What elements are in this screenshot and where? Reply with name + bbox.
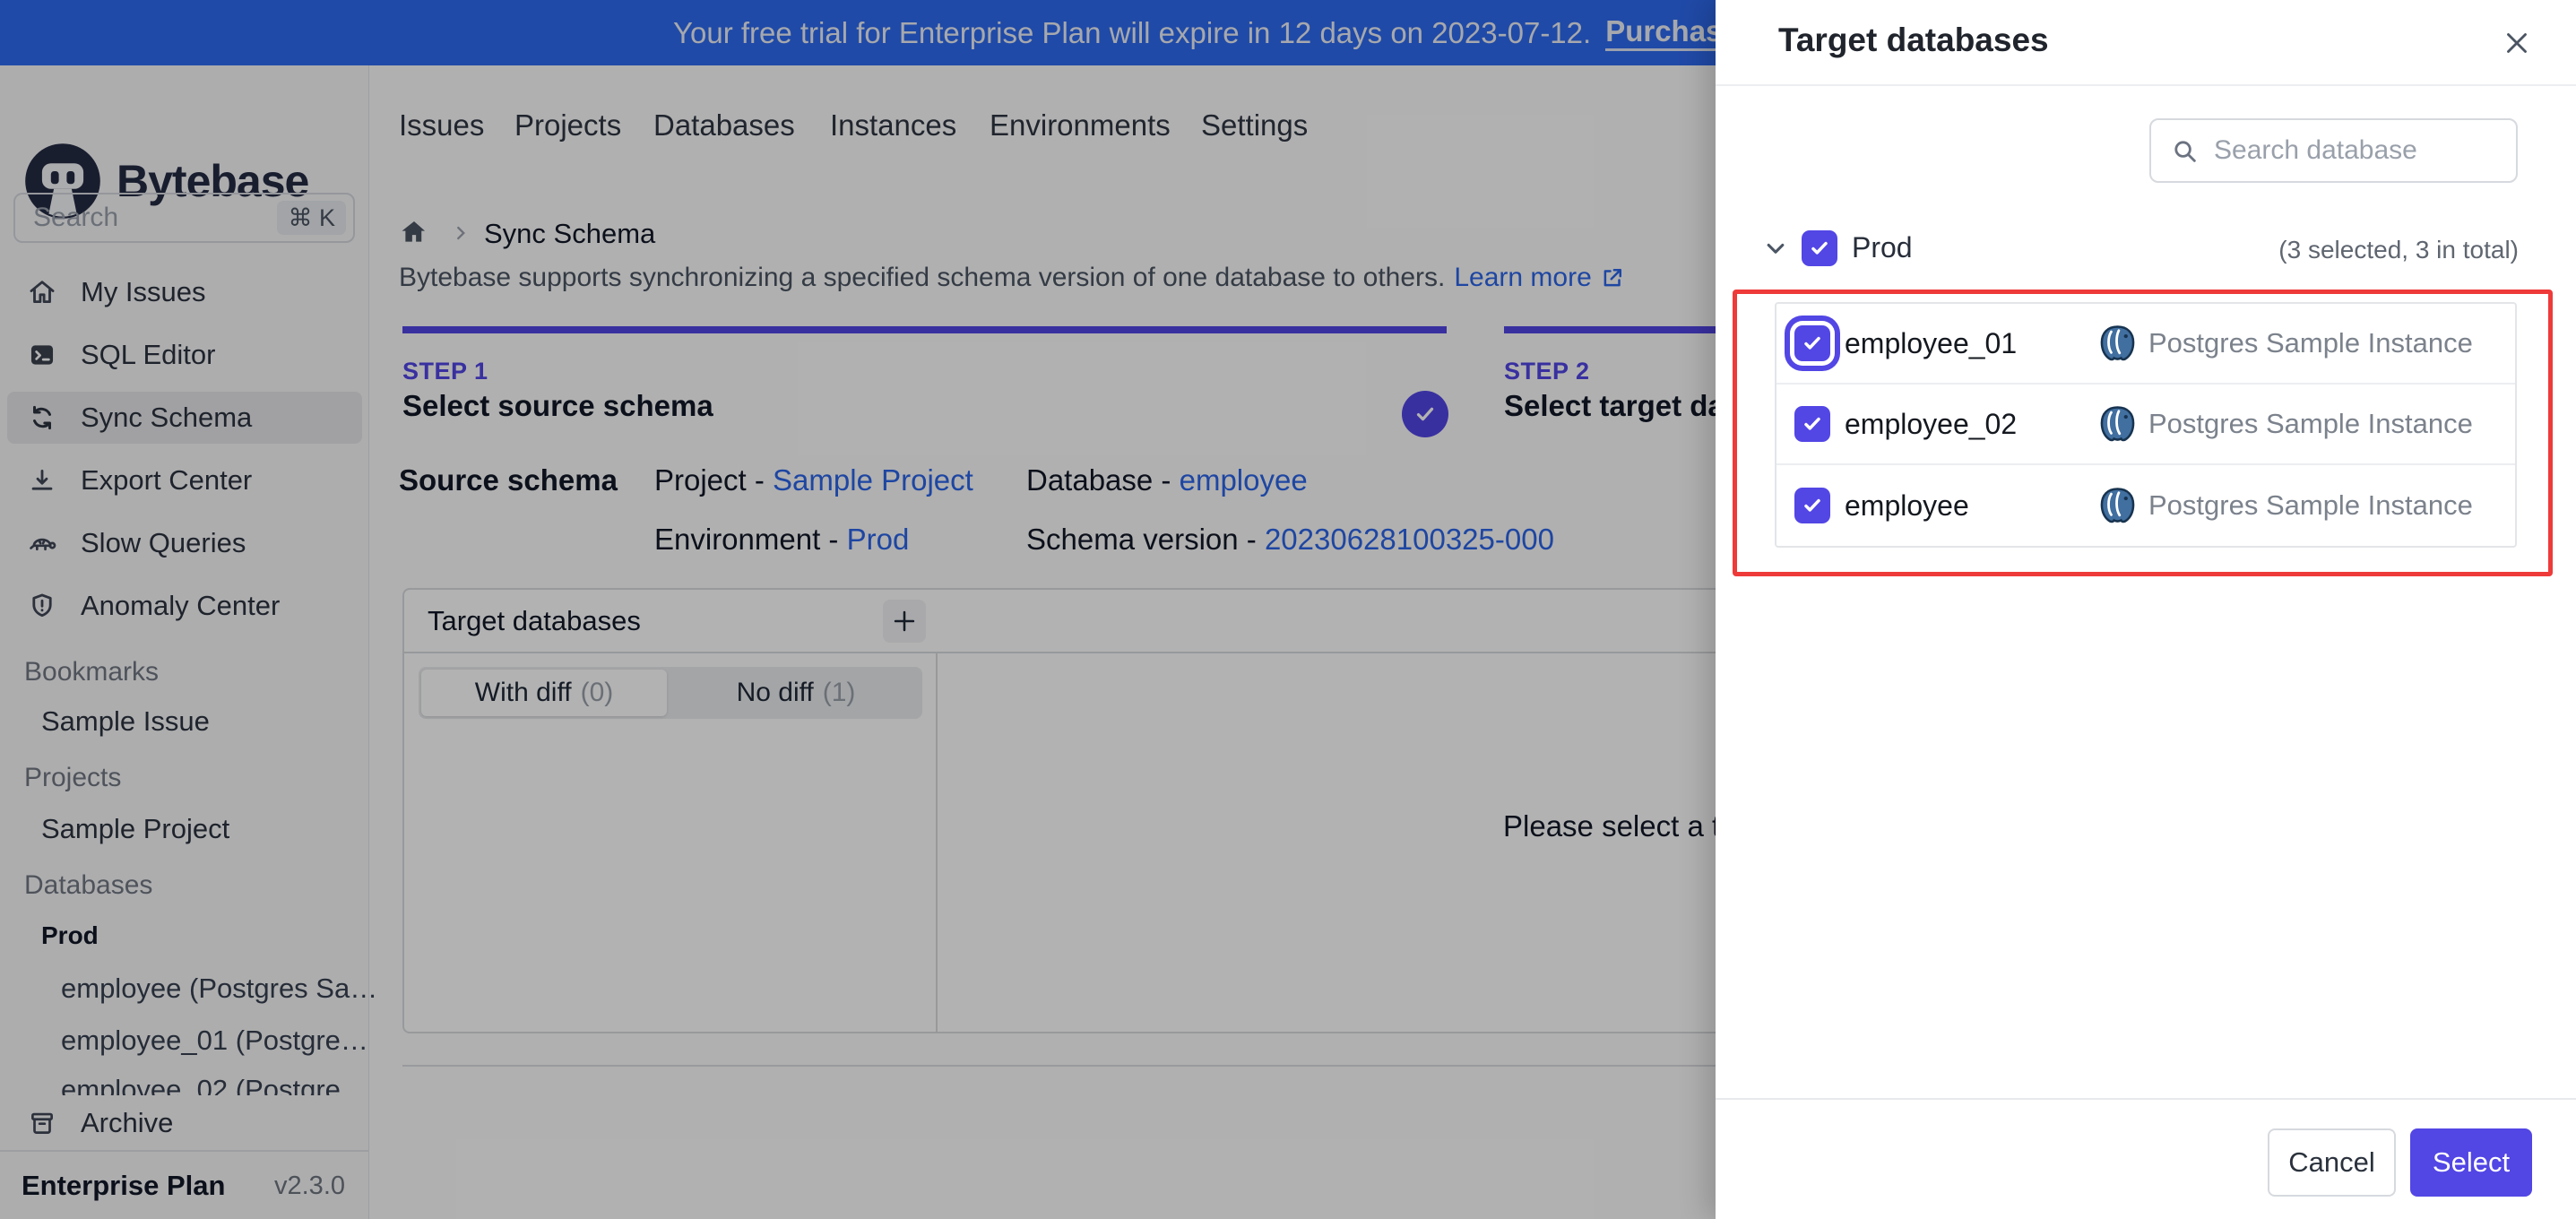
cancel-button[interactable]: Cancel <box>2268 1128 2396 1197</box>
postgres-icon <box>2097 486 2138 526</box>
close-icon[interactable] <box>2497 23 2537 63</box>
group-checkbox[interactable] <box>1802 230 1837 266</box>
chevron-down-icon[interactable] <box>1760 233 1791 264</box>
row-checkbox[interactable] <box>1794 325 1830 361</box>
postgres-icon <box>2097 404 2138 445</box>
group-name[interactable]: Prod <box>1852 231 1913 264</box>
search-icon <box>2169 135 2200 166</box>
instance-name: Postgres Sample Instance <box>2148 327 2473 359</box>
database-name: employee_01 <box>1845 326 2018 359</box>
drawer-header: Target databases <box>1716 0 2576 86</box>
instance-name: Postgres Sample Instance <box>2148 408 2473 439</box>
environment-group-row: Prod (3 selected, 3 in total) <box>1716 226 2576 272</box>
database-name: employee_02 <box>1845 407 2018 440</box>
database-row-employee-02[interactable]: employee_02 Postgres Sample Instance <box>1776 385 2515 465</box>
drawer-title: Target databases <box>1778 22 2049 58</box>
drawer-footer: Cancel Select <box>1716 1098 2576 1219</box>
database-row-employee-01[interactable]: employee_01 Postgres Sample Instance <box>1776 304 2515 385</box>
target-databases-drawer: Target databases Prod (3 selected, 3 in … <box>1716 0 2576 1219</box>
selection-summary: (3 selected, 3 in total) <box>2278 236 2519 264</box>
instance-name: Postgres Sample Instance <box>2148 489 2473 521</box>
instance-info: Postgres Sample Instance <box>2097 404 2473 445</box>
database-list: employee_01 Postgres Sample Instance emp… <box>1775 302 2517 548</box>
row-checkbox[interactable] <box>1794 406 1830 442</box>
database-search-input[interactable] <box>2212 134 2485 167</box>
database-name: employee <box>1845 488 1969 522</box>
select-button[interactable]: Select <box>2410 1128 2532 1197</box>
instance-info: Postgres Sample Instance <box>2097 324 2473 364</box>
database-row-employee[interactable]: employee Postgres Sample Instance <box>1776 465 2515 546</box>
database-search-box[interactable] <box>2149 118 2518 183</box>
instance-info: Postgres Sample Instance <box>2097 486 2473 526</box>
postgres-icon <box>2097 324 2138 364</box>
row-checkbox[interactable] <box>1794 488 1830 523</box>
